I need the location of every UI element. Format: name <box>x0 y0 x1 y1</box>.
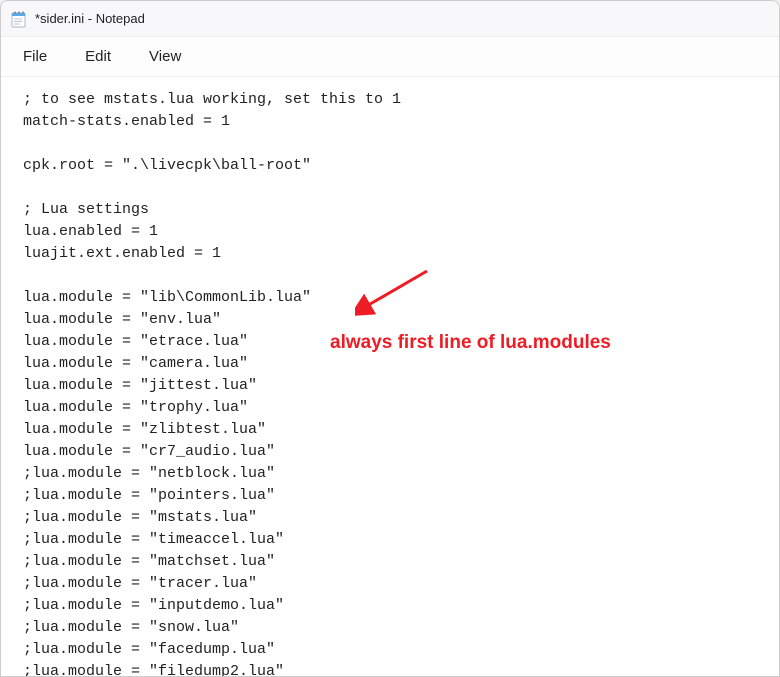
annotation-text: always first line of lua.modules <box>330 332 611 354</box>
menubar: File Edit View <box>1 37 779 77</box>
menu-file[interactable]: File <box>13 42 57 71</box>
menu-view[interactable]: View <box>139 42 191 71</box>
menu-edit[interactable]: Edit <box>75 42 121 71</box>
editor-content[interactable]: ; to see mstats.lua working, set this to… <box>1 77 779 676</box>
notepad-icon <box>11 10 27 28</box>
window-title: *sider.ini - Notepad <box>35 11 145 26</box>
titlebar: *sider.ini - Notepad <box>1 1 779 37</box>
